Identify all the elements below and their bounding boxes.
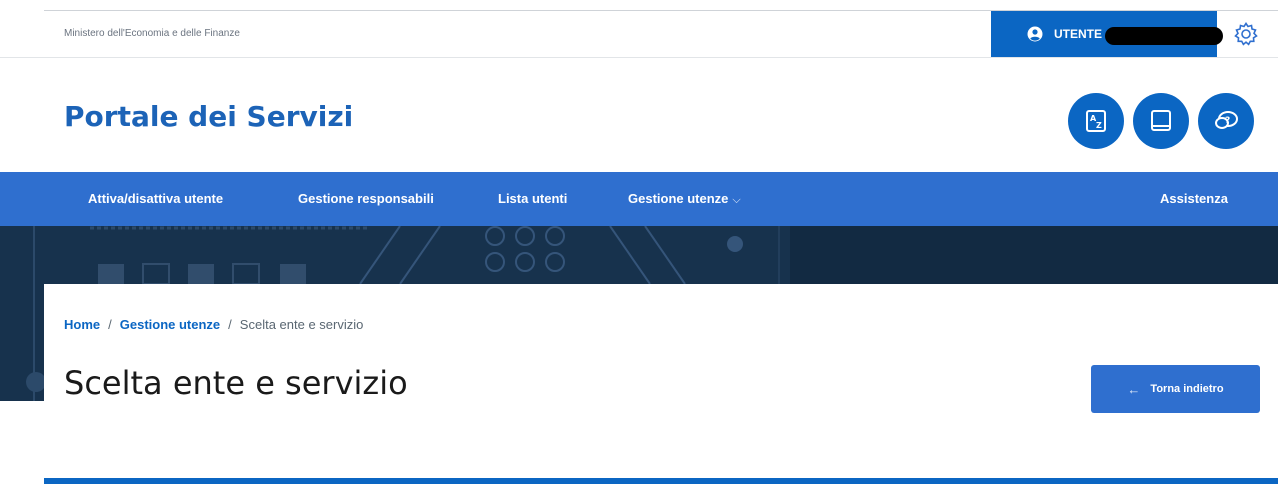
top-bar: Ministero dell'Economia e delle Finanze …: [0, 11, 1278, 58]
chevron-down-icon: ⌵: [732, 194, 741, 206]
back-button-label: Torna indietro: [1150, 383, 1224, 395]
page-title: Scelta ente e servizio: [64, 364, 408, 402]
breadcrumb-current: Scelta ente e servizio: [239, 317, 364, 332]
nav-item-attiva-disattiva[interactable]: Attiva/disattiva utente: [88, 191, 223, 206]
svg-text:Z: Z: [1096, 121, 1102, 130]
user-label: UTENTE: [1054, 27, 1102, 41]
help-chat-icon: ?: [1215, 111, 1238, 129]
breadcrumb-home[interactable]: Home: [64, 317, 100, 332]
content-card: Home / Gestione utenze / Scelta ente e servi…: [44, 284, 1278, 484]
manual-button[interactable]: [1133, 93, 1189, 149]
nav-item-lista-utenti[interactable]: Lista utenti: [498, 191, 567, 206]
help-button[interactable]: ?: [1198, 93, 1254, 149]
back-button[interactable]: ← Torna indietro: [1091, 365, 1260, 413]
breadcrumb-gestione-utenze[interactable]: Gestione utenze: [120, 317, 220, 332]
user-menu-button[interactable]: UTENTE: [991, 11, 1223, 57]
nav-item-assistenza[interactable]: Assistenza: [1160, 191, 1228, 206]
portal-title[interactable]: Portale dei Servizi: [64, 100, 353, 133]
section-divider: [44, 478, 1278, 484]
redacted-username: [1105, 27, 1223, 45]
book-icon: [1151, 110, 1171, 131]
svg-text:?: ?: [1225, 116, 1230, 126]
user-circle-icon: [1027, 26, 1043, 42]
nav-item-gestione-utenze[interactable]: Gestione utenze ⌵: [628, 191, 741, 207]
gear-icon[interactable]: [1233, 21, 1259, 47]
breadcrumb: Home / Gestione utenze / Scelta ente e servi…: [64, 317, 363, 332]
arrow-left-icon: ←: [1127, 381, 1141, 397]
nav-item-gestione-responsabili[interactable]: Gestione responsabili: [298, 191, 434, 206]
az-glossary-icon: A Z: [1086, 110, 1106, 132]
breadcrumb-separator: /: [108, 317, 112, 332]
glossary-button[interactable]: A Z: [1068, 93, 1124, 149]
breadcrumb-separator: /: [228, 317, 232, 332]
main-nav: Attiva/disattiva utente Gestione respons…: [0, 172, 1278, 226]
ministry-label: Ministero dell'Economia e delle Finanze: [64, 28, 240, 39]
nav-item-gestione-utenze-label: Gestione utenze: [628, 191, 729, 206]
